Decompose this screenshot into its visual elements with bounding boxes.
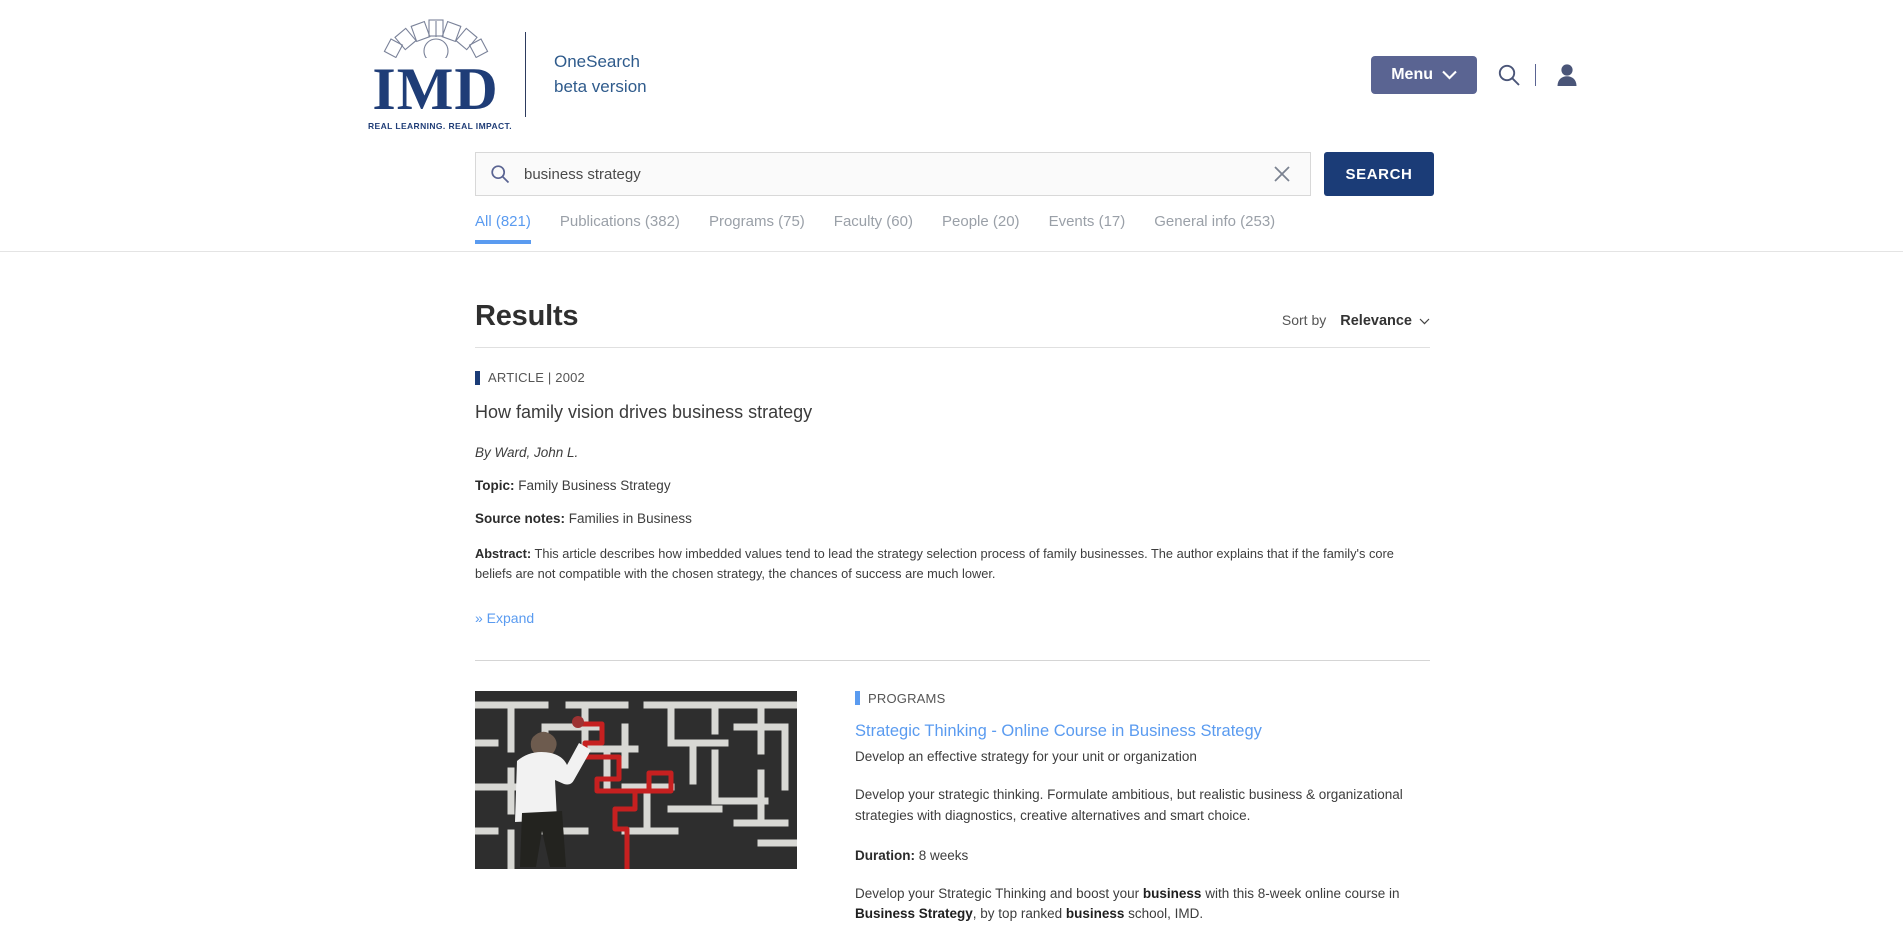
person-icon <box>1556 63 1578 87</box>
tab-events-17[interactable]: Events (17) <box>1049 213 1145 244</box>
blurb-mid-2: , by top ranked <box>973 906 1066 921</box>
search-input[interactable] <box>522 153 1262 195</box>
clear-search-button[interactable] <box>1262 164 1310 184</box>
result-duration: Duration: 8 weeks <box>855 848 1430 863</box>
search-bar: SEARCH <box>475 152 1434 196</box>
result-title[interactable]: How family vision drives business strate… <box>475 402 1430 423</box>
kicker-bar <box>475 371 480 385</box>
blurb-mid-1: with this 8-week online course in <box>1201 886 1399 901</box>
result-topic-value: Family Business Strategy <box>518 478 670 493</box>
menu-button-label: Menu <box>1391 66 1433 84</box>
result-item-article[interactable]: ARTICLE | 2002 How family vision drives … <box>475 348 1430 661</box>
tab-all-821[interactable]: All (821) <box>475 213 550 244</box>
result-item-program[interactable]: PROGRAMS Strategic Thinking - Online Cou… <box>475 661 1430 925</box>
result-subtitle: Develop an effective strategy for your u… <box>855 749 1430 764</box>
blurb-highlight-3: business <box>1066 906 1125 921</box>
tab-people-20[interactable]: People (20) <box>942 213 1039 244</box>
result-thumbnail[interactable] <box>475 691 797 869</box>
header-actions: Menu <box>1371 56 1578 94</box>
tab-publications-382[interactable]: Publications (382) <box>560 213 699 244</box>
result-type-label: PROGRAMS <box>868 691 945 706</box>
tab-faculty-60[interactable]: Faculty (60) <box>834 213 932 244</box>
result-source-value: Families in Business <box>569 511 692 526</box>
sort-dropdown[interactable]: Relevance <box>1340 313 1430 329</box>
results-header: Results Sort by Relevance <box>475 300 1430 348</box>
result-blurb: Develop your Strategic Thinking and boos… <box>855 884 1430 925</box>
account-icon-button[interactable] <box>1556 63 1578 87</box>
result-source-label: Source notes: <box>475 511 565 526</box>
imd-logo[interactable]: IMD REAL LEARNING. REAL IMPACT. <box>368 18 503 131</box>
close-icon <box>1272 164 1292 184</box>
sort-label: Sort by <box>1282 312 1326 328</box>
tab-general-info-253[interactable]: General info (253) <box>1154 213 1294 244</box>
result-kicker: ARTICLE | 2002 <box>475 370 1430 385</box>
search-input-icon <box>490 164 510 184</box>
brand-lockup: IMD REAL LEARNING. REAL IMPACT. OneSearc… <box>368 18 647 131</box>
blurb-highlight-1: business <box>1143 886 1202 901</box>
blurb-prefix: Develop your Strategic Thinking and boos… <box>855 886 1143 901</box>
product-name: OneSearch beta version <box>554 50 647 99</box>
result-description: Develop your strategic thinking. Formula… <box>855 785 1430 827</box>
product-name-line2: beta version <box>554 75 647 100</box>
imd-wordmark: IMD <box>368 59 503 119</box>
expand-link[interactable]: » Expand <box>475 610 534 626</box>
blurb-highlight-2: Business Strategy <box>855 906 973 921</box>
sort-control: Sort by Relevance <box>1282 312 1430 333</box>
result-byline: By Ward, John L. <box>475 445 1430 460</box>
result-topic-label: Topic: <box>475 478 515 493</box>
search-field[interactable] <box>475 152 1311 196</box>
result-kicker: PROGRAMS <box>855 691 1430 706</box>
results-panel: Results Sort by Relevance ARTICLE | 2002… <box>475 300 1430 925</box>
chevron-down-icon <box>1419 318 1430 325</box>
blurb-suffix: school, IMD. <box>1124 906 1203 921</box>
result-topic: Topic: Family Business Strategy <box>475 478 1430 493</box>
search-submit-button[interactable]: SEARCH <box>1324 152 1434 196</box>
result-program-body: PROGRAMS Strategic Thinking - Online Cou… <box>855 691 1430 925</box>
result-duration-label: Duration: <box>855 848 915 863</box>
header-search-icon[interactable] <box>1497 63 1521 87</box>
result-type-label: ARTICLE | 2002 <box>488 370 585 385</box>
product-name-line1: OneSearch <box>554 50 647 75</box>
chevron-down-icon <box>1442 70 1457 80</box>
result-source-notes: Source notes: Families in Business <box>475 511 1430 526</box>
kicker-bar <box>855 691 860 705</box>
result-abstract-text: This article describes how imbedded valu… <box>475 546 1394 581</box>
result-abstract-label: Abstract: <box>475 546 531 561</box>
brand-divider <box>525 32 526 117</box>
site-header: IMD REAL LEARNING. REAL IMPACT. OneSearc… <box>0 0 1903 140</box>
tab-programs-75[interactable]: Programs (75) <box>709 213 824 244</box>
result-type-tabs: All (821) Publications (382) Programs (75)… <box>475 213 1304 244</box>
imd-sun-rays-icon <box>377 18 495 58</box>
page-title: Results <box>475 300 578 333</box>
result-abstract: Abstract: This article describes how imb… <box>475 544 1430 584</box>
header-divider <box>1535 64 1536 86</box>
result-title-link[interactable]: Strategic Thinking - Online Course in Bu… <box>855 722 1430 741</box>
sort-dropdown-value: Relevance <box>1340 313 1412 329</box>
menu-button[interactable]: Menu <box>1371 56 1477 94</box>
result-duration-value: 8 weeks <box>919 848 969 863</box>
tabs-bottom-rule <box>0 251 1903 252</box>
imd-tagline: REAL LEARNING. REAL IMPACT. <box>368 121 503 131</box>
search-icon <box>1497 63 1521 87</box>
